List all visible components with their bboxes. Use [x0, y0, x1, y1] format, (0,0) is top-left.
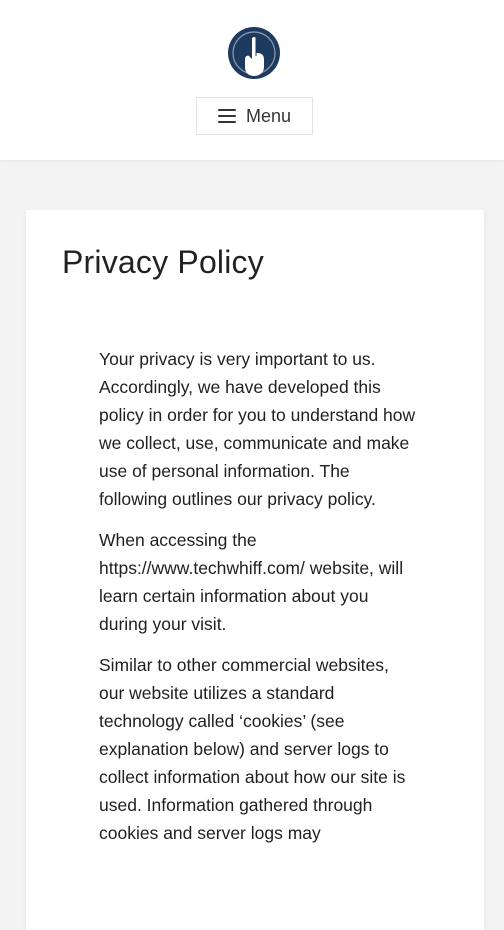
policy-paragraph: Similar to other commercial websites, ou… [99, 655, 406, 843]
site-header: Menu [0, 0, 504, 160]
policy-paragraph: When accessing the https://www.techwhiff… [99, 530, 404, 634]
menu-button[interactable]: Menu [196, 97, 313, 135]
hand-pointer-icon [228, 27, 280, 79]
menu-label: Menu [245, 105, 292, 126]
page-title: Privacy Policy [62, 244, 264, 280]
hamburger-icon [217, 109, 236, 123]
policy-paragraph: Your privacy is very important to us. Ac… [99, 349, 416, 509]
policy-content: Your privacy is very important to us. Ac… [99, 345, 417, 860]
content-card: Privacy Policy Your privacy is very impo… [26, 210, 484, 930]
site-logo[interactable] [227, 26, 281, 80]
